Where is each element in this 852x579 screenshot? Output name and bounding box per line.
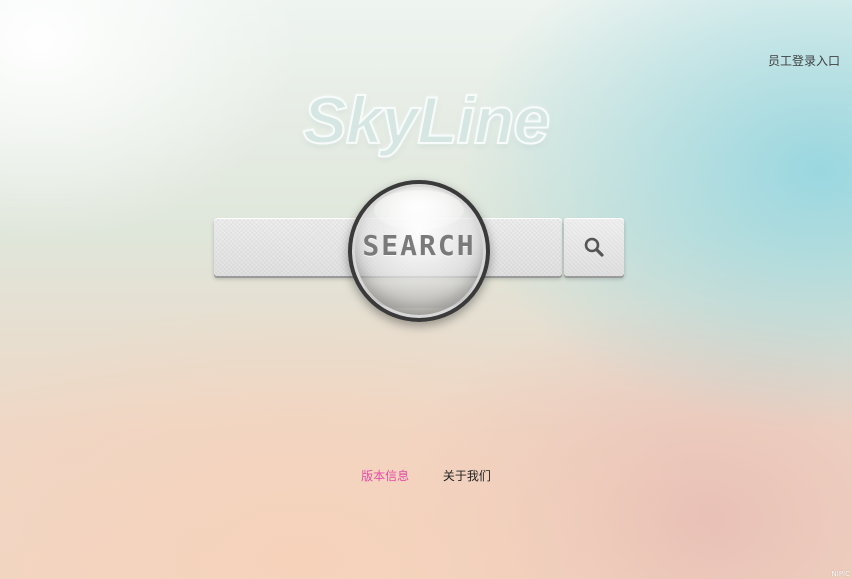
watermark: NIPIC (831, 570, 850, 578)
footer-links: 版本信息 关于我们 (0, 467, 852, 484)
search-button[interactable] (564, 218, 624, 276)
search-field-container (214, 218, 562, 276)
logo: SkyLine (0, 82, 852, 158)
logo-text: SkyLine (302, 82, 551, 158)
search-icon (584, 237, 604, 257)
search-bar (214, 216, 624, 280)
search-input[interactable] (214, 218, 562, 276)
version-info-link[interactable]: 版本信息 (361, 467, 409, 484)
about-us-link[interactable]: 关于我们 (443, 467, 491, 484)
employee-login-link[interactable]: 员工登录入口 (768, 52, 840, 69)
